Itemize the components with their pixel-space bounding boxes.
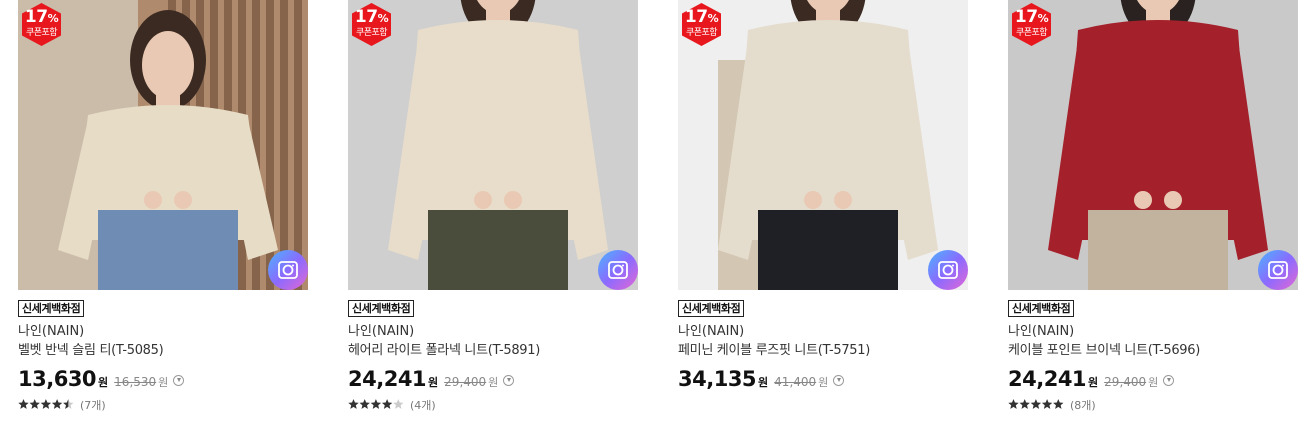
star-icon-filled bbox=[29, 399, 40, 409]
product-card-2[interactable]: 17% 쿠폰포함 신세계백화점 나인(NAIN) 헤어리 라이트 폴라넥 니트(… bbox=[348, 0, 638, 412]
camera-lens-icon[interactable] bbox=[598, 250, 638, 290]
info-chevron-icon[interactable] bbox=[173, 375, 185, 386]
star-icon-filled bbox=[1030, 399, 1042, 409]
discount-percent: 17 bbox=[354, 7, 378, 27]
price-row: 34,135 원 41,400 원 bbox=[678, 366, 845, 392]
product-card-1[interactable]: 17% 쿠폰포함 신세계백화점 나인(NAIN) 벨벳 반넥 슬림 티(T-50… bbox=[18, 0, 308, 412]
discount-badge: 17% 쿠폰포함 bbox=[350, 2, 393, 47]
original-price: 41,400 bbox=[774, 375, 817, 389]
store-tag: 신세계백화점 bbox=[18, 300, 85, 317]
price-row: 24,241 원 29,400 원 bbox=[1008, 366, 1175, 392]
discount-percent: 17 bbox=[1014, 7, 1038, 27]
product-image[interactable]: 17% 쿠폰포함 bbox=[678, 0, 968, 290]
sale-price: 24,241 bbox=[348, 367, 427, 391]
star-icon-filled bbox=[1053, 399, 1064, 409]
star-icon-filled bbox=[51, 399, 63, 409]
camera-lens-icon[interactable] bbox=[268, 250, 308, 290]
original-currency-unit: 원 bbox=[488, 376, 499, 389]
brand-name[interactable]: 나인(NAIN) bbox=[678, 323, 744, 340]
percent-symbol: % bbox=[707, 12, 719, 25]
discount-percent: 17 bbox=[684, 7, 708, 27]
original-currency-unit: 원 bbox=[818, 376, 829, 389]
rating[interactable]: (4개) bbox=[348, 394, 436, 412]
product-name[interactable]: 페미닌 케이블 루즈핏 니트(T-5751) bbox=[678, 342, 870, 359]
product-card-4[interactable]: 17% 쿠폰포함 신세계백화점 나인(NAIN) 케이블 포인트 브이넥 니트(… bbox=[1008, 0, 1298, 412]
store-tag: 신세계백화점 bbox=[348, 300, 415, 317]
brand-name[interactable]: 나인(NAIN) bbox=[18, 323, 84, 340]
product-card-3[interactable]: 17% 쿠폰포함 신세계백화점 나인(NAIN) 페미닌 케이블 루즈핏 니트(… bbox=[678, 0, 968, 391]
discount-badge: 17% 쿠폰포함 bbox=[680, 2, 723, 47]
currency-unit: 원 bbox=[428, 376, 439, 389]
coupon-label: 쿠폰포함 bbox=[355, 28, 388, 38]
brand-name[interactable]: 나인(NAIN) bbox=[348, 323, 414, 340]
discount-badge: 17% 쿠폰포함 bbox=[20, 2, 63, 47]
product-name[interactable]: 벨벳 반넥 슬림 티(T-5085) bbox=[18, 342, 164, 359]
star-icon-filled bbox=[1008, 399, 1019, 409]
original-price: 16,530 bbox=[114, 375, 157, 389]
review-count: (4개) bbox=[410, 398, 436, 412]
original-currency-unit: 원 bbox=[158, 376, 169, 389]
percent-symbol: % bbox=[377, 12, 389, 25]
star-icon-filled bbox=[40, 399, 52, 409]
currency-unit: 원 bbox=[1088, 376, 1099, 389]
info-chevron-icon[interactable] bbox=[1163, 375, 1175, 386]
coupon-label: 쿠폰포함 bbox=[1015, 28, 1048, 38]
star-icon bbox=[393, 399, 404, 409]
original-currency-unit: 원 bbox=[1148, 376, 1159, 389]
currency-unit: 원 bbox=[758, 376, 769, 389]
sale-price: 13,630 bbox=[18, 367, 97, 391]
rating[interactable]: (8개) bbox=[1008, 394, 1096, 412]
camera-lens-icon[interactable] bbox=[928, 250, 968, 290]
store-tag: 신세계백화점 bbox=[678, 300, 745, 317]
product-name[interactable]: 헤어리 라이트 폴라넥 니트(T-5891) bbox=[348, 342, 540, 359]
coupon-label: 쿠폰포함 bbox=[25, 28, 58, 38]
original-price: 29,400 bbox=[1104, 375, 1147, 389]
product-name[interactable]: 케이블 포인트 브이넥 니트(T-5696) bbox=[1008, 342, 1200, 359]
price-row: 24,241 원 29,400 원 bbox=[348, 366, 515, 392]
star-icon-filled bbox=[381, 399, 393, 409]
star-rating bbox=[1008, 399, 1064, 409]
camera-lens-icon[interactable] bbox=[1258, 250, 1298, 290]
store-tag: 신세계백화점 bbox=[1008, 300, 1075, 317]
original-price: 29,400 bbox=[444, 375, 487, 389]
discount-percent: 17 bbox=[24, 7, 48, 27]
product-image[interactable]: 17% 쿠폰포함 bbox=[18, 0, 308, 290]
star-icon-filled bbox=[370, 399, 382, 409]
info-chevron-icon[interactable] bbox=[503, 375, 515, 386]
rating[interactable]: (7개) bbox=[18, 394, 106, 412]
info-chevron-icon[interactable] bbox=[833, 375, 845, 386]
discount-badge: 17% 쿠폰포함 bbox=[1010, 2, 1053, 47]
star-icon-filled bbox=[1019, 399, 1030, 409]
review-count: (8개) bbox=[1070, 398, 1096, 412]
sale-price: 24,241 bbox=[1008, 367, 1087, 391]
star-icon-filled bbox=[1041, 399, 1053, 409]
star-icon-filled bbox=[359, 399, 370, 409]
star-icon-filled bbox=[348, 399, 359, 409]
product-image[interactable]: 17% 쿠폰포함 bbox=[1008, 0, 1298, 290]
brand-name[interactable]: 나인(NAIN) bbox=[1008, 323, 1074, 340]
price-row: 13,630 원 16,530 원 bbox=[18, 366, 185, 392]
currency-unit: 원 bbox=[98, 376, 109, 389]
percent-symbol: % bbox=[1037, 12, 1049, 25]
star-rating bbox=[18, 399, 74, 409]
coupon-label: 쿠폰포함 bbox=[685, 28, 718, 38]
star-icon-filled bbox=[18, 399, 29, 409]
percent-symbol: % bbox=[47, 12, 59, 25]
star-rating bbox=[348, 399, 404, 409]
sale-price: 34,135 bbox=[678, 367, 757, 391]
product-image[interactable]: 17% 쿠폰포함 bbox=[348, 0, 638, 290]
review-count: (7개) bbox=[80, 398, 106, 412]
